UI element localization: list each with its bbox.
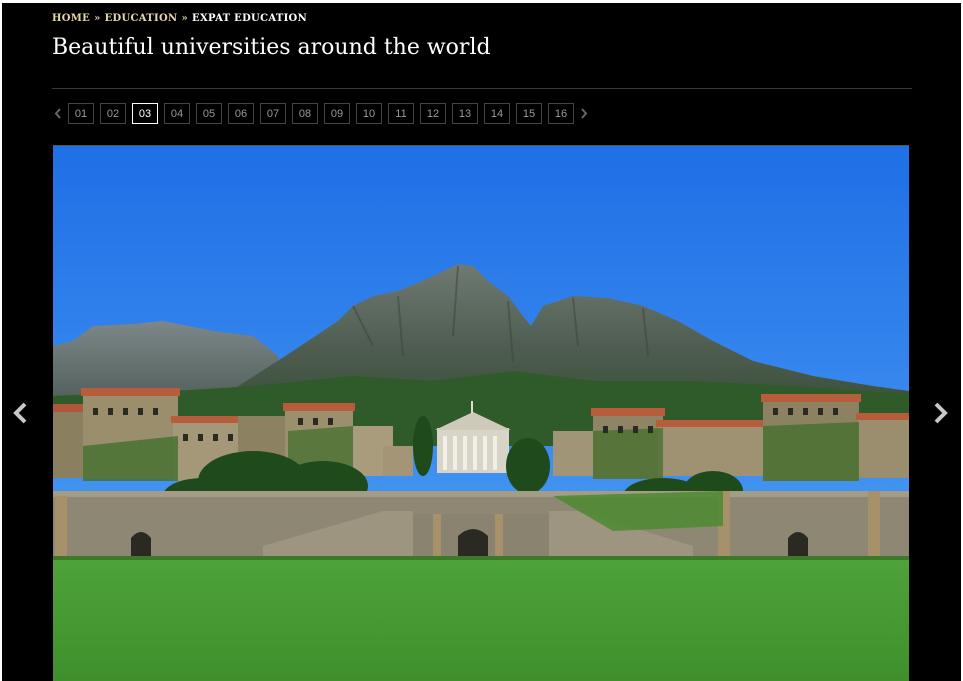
page-number-13[interactable]: 13 [452, 103, 478, 124]
page-number-15[interactable]: 15 [516, 103, 542, 124]
page-number-06[interactable]: 06 [228, 103, 254, 124]
page-title: Beautiful universities around the world [52, 35, 491, 60]
university-campus-photo [53, 145, 909, 681]
page-number-05[interactable]: 05 [196, 103, 222, 124]
page-number-16[interactable]: 16 [548, 103, 574, 124]
divider [52, 88, 912, 89]
pagination: 01 02 03 04 05 06 07 08 09 10 11 12 13 14 15 16 [52, 103, 590, 124]
chevron-left-icon[interactable] [52, 103, 64, 124]
page-number-03[interactable]: 03 [132, 103, 158, 124]
page-number-09[interactable]: 09 [324, 103, 350, 124]
chevron-right-icon[interactable] [578, 103, 590, 124]
previous-photo-arrow-icon[interactable] [10, 401, 32, 425]
breadcrumb-education-link[interactable]: Education [105, 13, 178, 24]
breadcrumb-separator: » [181, 13, 189, 24]
page-number-02[interactable]: 02 [100, 103, 126, 124]
page-number-04[interactable]: 04 [164, 103, 190, 124]
breadcrumb-home-link[interactable]: Home [52, 13, 90, 24]
page-number-10[interactable]: 10 [356, 103, 382, 124]
breadcrumb: Home» Education» Expat Education [52, 13, 307, 24]
page-number-08[interactable]: 08 [292, 103, 318, 124]
page-number-11[interactable]: 11 [388, 103, 414, 124]
breadcrumb-current: Expat Education [192, 13, 308, 24]
breadcrumb-separator: » [94, 13, 101, 24]
next-photo-arrow-icon[interactable] [929, 401, 951, 425]
pagination-pages: 01 02 03 04 05 06 07 08 09 10 11 12 13 14 15 16 [68, 103, 574, 124]
page-number-14[interactable]: 14 [484, 103, 510, 124]
gallery-frame: Home» Education» Expat Education Beautiful… [2, 3, 961, 681]
page-number-07[interactable]: 07 [260, 103, 286, 124]
page-number-01[interactable]: 01 [68, 103, 94, 124]
page-number-12[interactable]: 12 [420, 103, 446, 124]
